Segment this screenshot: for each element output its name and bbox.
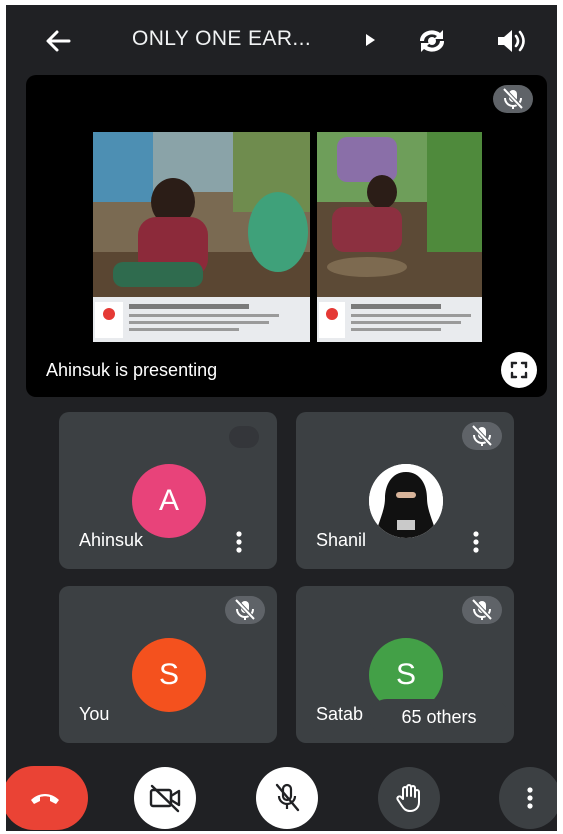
raise-hand-button[interactable] xyxy=(378,767,440,829)
slide-photo-left xyxy=(93,132,310,342)
presenter-label: Ahinsuk is presenting xyxy=(46,360,218,380)
more-options-button[interactable] xyxy=(499,767,557,829)
avatar: S xyxy=(132,638,206,712)
more-vertical-icon xyxy=(527,787,533,809)
mic-off-icon xyxy=(234,598,256,621)
mic-off-icon xyxy=(502,87,524,110)
end-call-button[interactable] xyxy=(6,766,88,830)
speaking-indicator xyxy=(229,426,259,448)
speaker-button[interactable] xyxy=(494,26,528,56)
fullscreen-button[interactable] xyxy=(501,352,537,388)
more-vertical-icon xyxy=(473,531,479,553)
camera-toggle-button[interactable] xyxy=(134,767,196,829)
mic-toggle-button[interactable] xyxy=(256,767,318,829)
mute-badge xyxy=(462,422,502,450)
participant-menu-button[interactable] xyxy=(468,530,484,554)
arrow-left-icon xyxy=(46,30,71,52)
presentation-mute-badge xyxy=(493,85,533,113)
participant-menu-button[interactable] xyxy=(231,530,247,554)
speaker-icon xyxy=(498,30,525,52)
participant-name: Shanil xyxy=(316,530,367,550)
participant-tile[interactable]: Shanil xyxy=(296,412,514,569)
participant-name: Ahinsuk xyxy=(79,530,144,550)
meeting-title[interactable]: ONLY ONE EAR... xyxy=(132,27,311,51)
presentation-view[interactable]: Ahinsuk is presenting xyxy=(26,75,547,397)
switch-camera-button[interactable] xyxy=(414,24,450,58)
participant-tile[interactable]: S You xyxy=(59,586,277,743)
participant-tile[interactable]: A Ahinsuk xyxy=(59,412,277,569)
mute-badge xyxy=(225,596,265,624)
participant-name: You xyxy=(79,704,110,724)
more-vertical-icon xyxy=(236,531,242,553)
participant-name: Satab xyxy=(316,704,364,724)
mute-badge xyxy=(462,596,502,624)
back-button[interactable] xyxy=(42,25,74,57)
switch-camera-icon xyxy=(419,30,445,52)
mic-off-icon xyxy=(471,598,493,621)
others-chip[interactable]: 65 others xyxy=(369,699,509,735)
camera-off-icon xyxy=(149,784,181,813)
fullscreen-icon xyxy=(510,361,528,379)
hand-icon xyxy=(396,784,420,812)
top-bar: ONLY ONE EAR... xyxy=(6,5,557,73)
meet-call-screen: ONLY ONE EAR... Ahinsuk is presenting A … xyxy=(6,5,557,831)
avatar: A xyxy=(132,464,206,538)
mic-off-icon xyxy=(471,424,493,447)
caret-right-icon[interactable] xyxy=(364,33,376,47)
end-call-icon xyxy=(31,794,59,804)
mic-off-icon xyxy=(275,783,300,812)
slide-photo-right xyxy=(317,132,482,342)
avatar-photo xyxy=(369,464,443,538)
